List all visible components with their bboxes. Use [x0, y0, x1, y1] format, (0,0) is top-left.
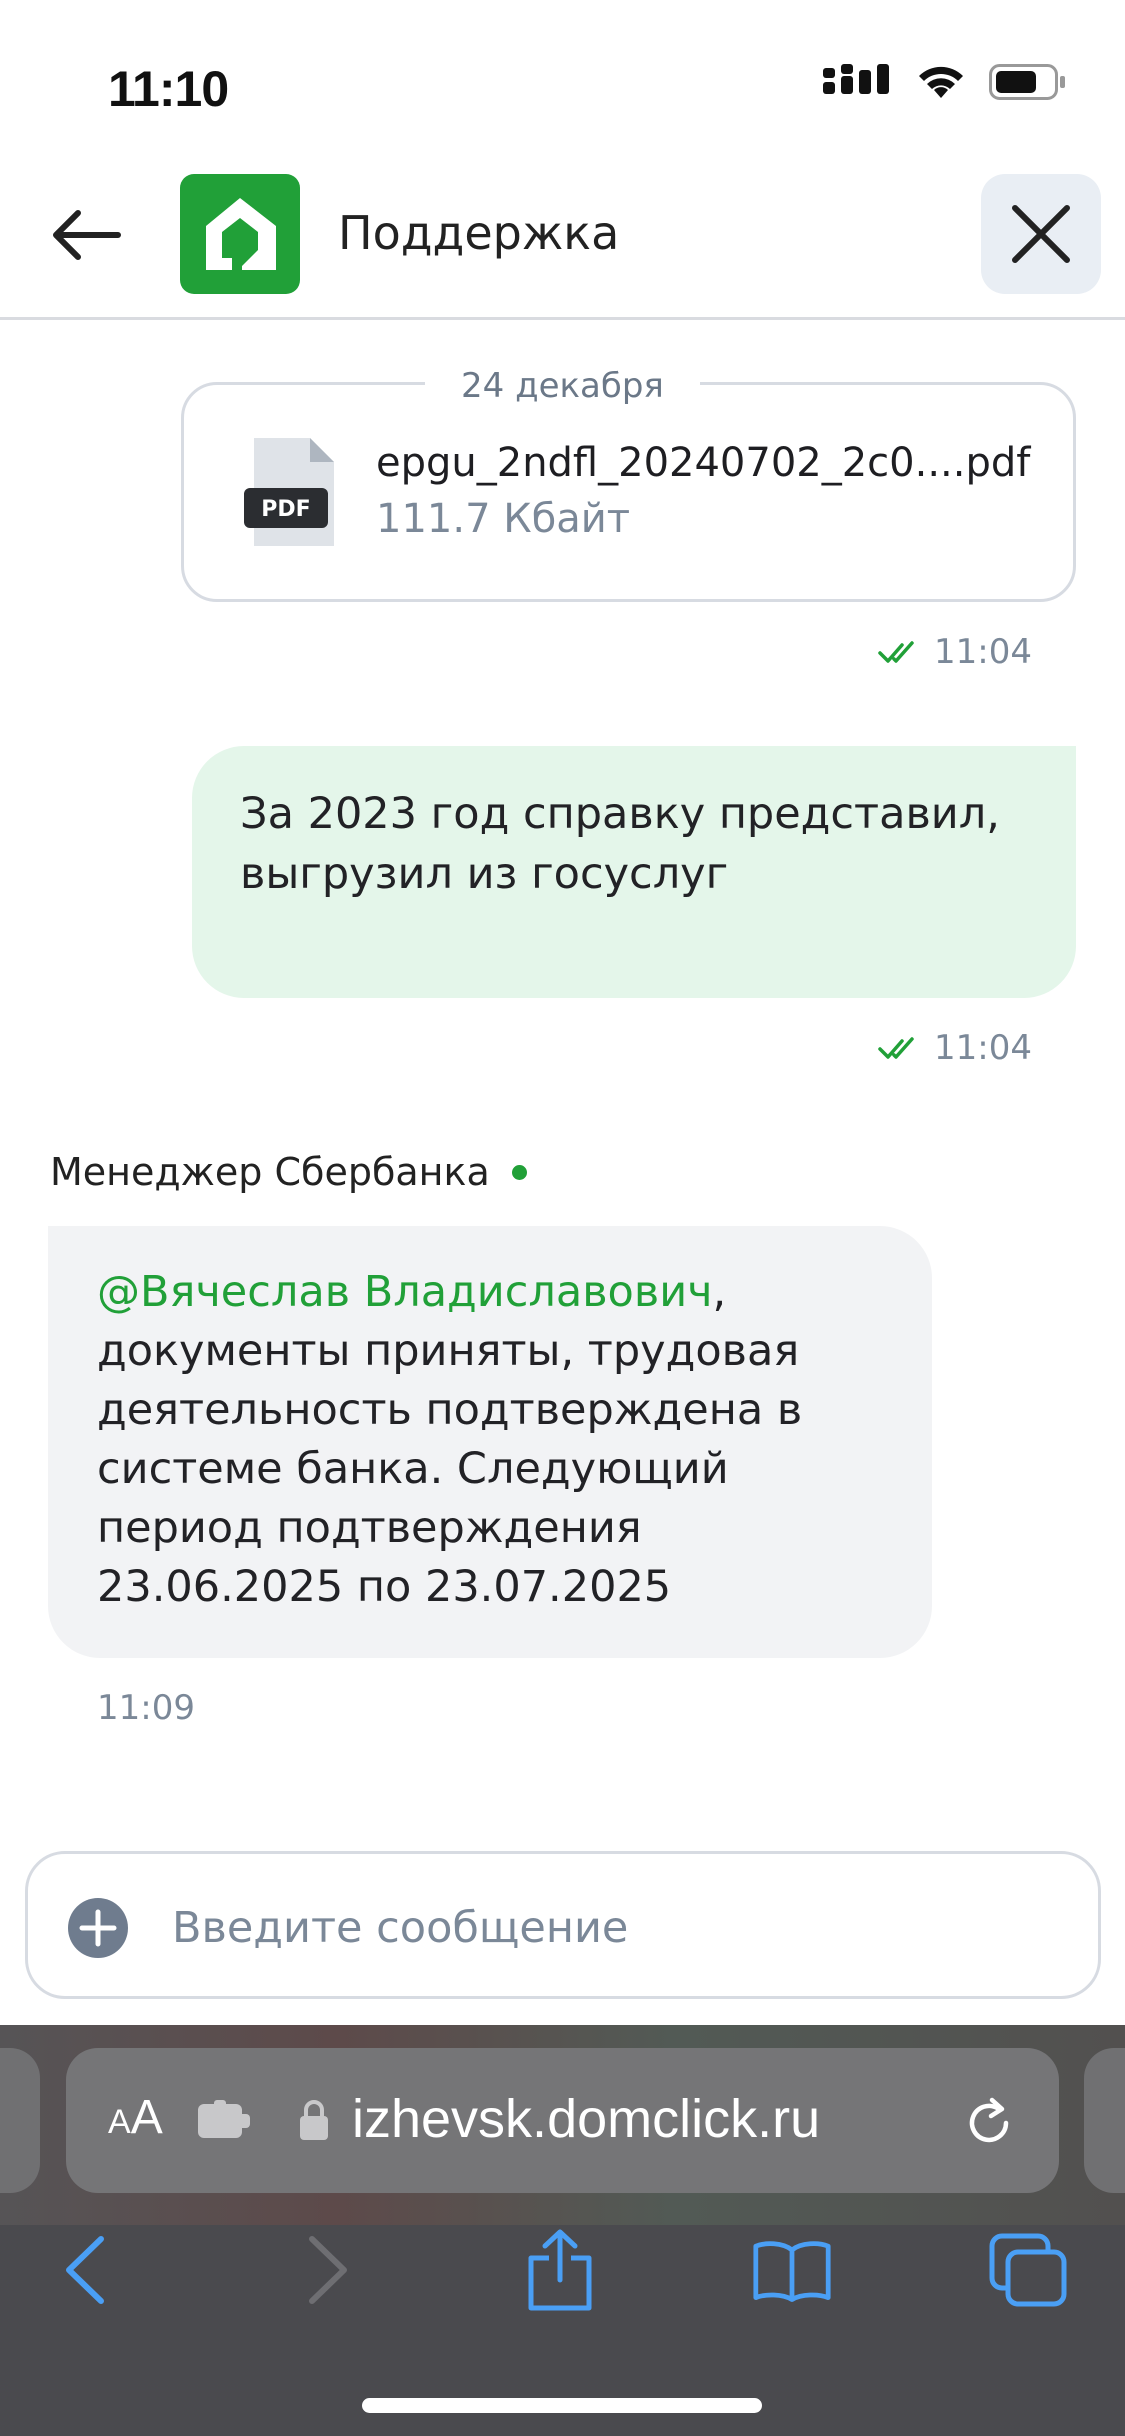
message-input[interactable]: [172, 1898, 1052, 1958]
share-icon: [528, 2229, 592, 2311]
arrow-left-icon: [53, 210, 121, 260]
chevron-left-icon: [66, 2236, 104, 2304]
next-tab-peek[interactable]: [1084, 2048, 1125, 2193]
sender-name: Менеджер Сбербанка: [50, 1150, 527, 1194]
reload-icon[interactable]: [962, 2096, 1016, 2150]
bookmarks-button[interactable]: [752, 2230, 832, 2310]
chat-header: Поддержка: [0, 150, 1125, 320]
date-separator: 24 декабря: [425, 366, 700, 406]
incoming-message-body: , документы приняты, трудовая деятельнос…: [97, 1267, 803, 1612]
extension-icon[interactable]: [198, 2100, 254, 2142]
message-meta: 11:04: [878, 1028, 1032, 1068]
book-icon: [753, 2241, 831, 2302]
incoming-message-text: @Вячеслав Владиславович, документы приня…: [97, 1263, 897, 1617]
wifi-icon: [919, 66, 963, 98]
share-button[interactable]: [520, 2229, 600, 2311]
previous-tab-peek[interactable]: [0, 2048, 40, 2193]
message-time: 11:09: [97, 1688, 195, 1728]
back-button[interactable]: [48, 205, 123, 265]
forward-nav-button[interactable]: [288, 2230, 368, 2310]
double-check-icon: [878, 641, 914, 663]
domclick-logo: [180, 174, 300, 294]
pdf-badge-label: PDF: [261, 497, 310, 522]
status-time: 11:10: [108, 61, 229, 117]
double-check-icon: [878, 1037, 914, 1059]
home-indicator[interactable]: [362, 2398, 762, 2413]
back-nav-button[interactable]: [45, 2230, 125, 2310]
message-time: 11:04: [934, 632, 1032, 672]
house-logo-icon: [206, 198, 276, 270]
pdf-file-icon: PDF: [244, 438, 342, 546]
message-meta: 11:04: [878, 632, 1032, 672]
lock-icon: [300, 2100, 328, 2140]
user-mention-link[interactable]: @Вячеслав Владиславович: [97, 1267, 713, 1317]
file-size: 111.7 Кбайт: [376, 496, 631, 542]
page-settings-button[interactable]: AA: [108, 2090, 163, 2145]
tabs-icon: [989, 2233, 1067, 2307]
file-name: epgu_2ndfl_20240702_2c0....pdf: [376, 440, 1031, 486]
plus-icon: [79, 1909, 117, 1947]
status-icons: [823, 62, 1067, 102]
close-icon: [1012, 205, 1070, 263]
battery-icon: [989, 64, 1065, 100]
url-text: izhevsk.domclick.ru: [352, 2089, 821, 2149]
attach-button[interactable]: [68, 1898, 128, 1958]
outgoing-message-text: За 2023 год справку представил, выгрузил…: [240, 789, 1000, 899]
tabs-button[interactable]: [988, 2230, 1068, 2310]
cellular-signal-icon: [823, 64, 889, 94]
close-button[interactable]: [981, 174, 1101, 294]
sender-label: Менеджер Сбербанка: [50, 1150, 490, 1194]
message-time: 11:04: [934, 1028, 1032, 1068]
chevron-right-icon: [309, 2236, 347, 2304]
chat-title: Поддержка: [338, 206, 620, 260]
status-bar: 11:10: [0, 0, 1125, 150]
online-status-dot: [511, 1164, 527, 1180]
